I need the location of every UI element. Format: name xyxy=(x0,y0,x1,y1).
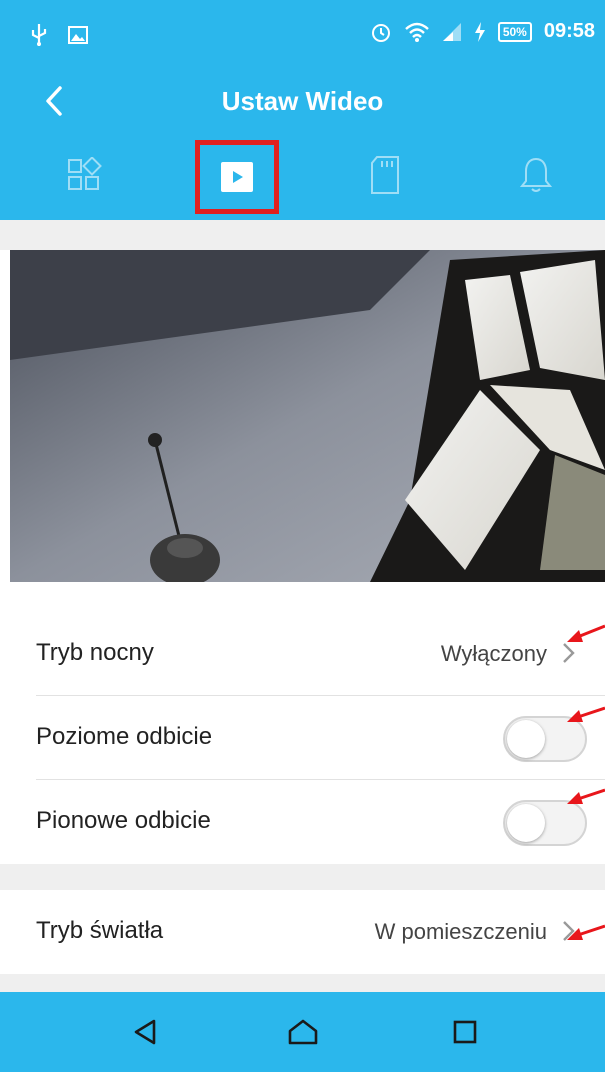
clock: 09:58 xyxy=(543,20,595,42)
annotation-arrow-icon xyxy=(567,706,605,722)
usb-icon xyxy=(31,24,47,46)
bell-icon xyxy=(519,157,553,192)
toggle-knob xyxy=(507,804,545,842)
alarm-icon xyxy=(371,23,390,42)
app-header: Ustaw Wideo xyxy=(0,72,605,130)
vertical-flip-label: Pionowe odbicie xyxy=(36,807,211,834)
nav-recents-button[interactable] xyxy=(440,1012,490,1052)
back-triangle-icon xyxy=(134,1019,156,1045)
night-mode-row[interactable]: Tryb nocny Wyłączony xyxy=(0,612,605,696)
annotation-arrow-icon xyxy=(567,924,605,940)
annotation-arrow-icon xyxy=(567,624,605,642)
horizontal-flip-label: Poziome odbicie xyxy=(36,723,213,750)
section-spacer xyxy=(0,974,605,992)
camera-feed-image xyxy=(10,250,605,582)
sd-card-icon xyxy=(371,156,399,194)
charging-icon xyxy=(474,21,485,42)
light-mode-value: W pomieszczeniu xyxy=(374,919,547,944)
vertical-flip-row: Pionowe odbicie xyxy=(0,780,605,864)
system-nav-bar xyxy=(0,992,605,1072)
horizontal-flip-row: Poziome odbicie xyxy=(0,696,605,780)
night-mode-value: Wyłączony xyxy=(440,641,547,666)
image-icon xyxy=(68,26,88,44)
tab-alarm[interactable] xyxy=(496,140,576,210)
status-bar: 50% 09:58 xyxy=(0,0,605,72)
section-spacer xyxy=(0,864,605,890)
grid-apps-icon xyxy=(68,157,102,190)
annotation-arrow-icon xyxy=(567,788,605,804)
night-mode-label: Tryb nocny xyxy=(36,639,154,666)
home-icon xyxy=(288,1019,318,1045)
battery-indicator: 50% xyxy=(497,21,532,42)
section-spacer xyxy=(0,582,605,612)
recents-icon xyxy=(453,1020,477,1044)
section-spacer xyxy=(0,220,605,250)
tab-video[interactable] xyxy=(195,140,279,214)
page-title: Ustaw Wideo xyxy=(221,86,384,116)
tab-general[interactable] xyxy=(44,140,124,210)
light-mode-label: Tryb światła xyxy=(36,917,164,944)
toggle-knob xyxy=(507,720,545,758)
settings-tab-bar xyxy=(0,130,605,220)
signal-icon xyxy=(442,22,461,41)
video-preview[interactable] xyxy=(10,250,605,582)
light-mode-row[interactable]: Tryb światła W pomieszczeniu xyxy=(0,890,605,974)
nav-back-button[interactable] xyxy=(120,1012,170,1052)
wifi-icon xyxy=(405,22,429,42)
nav-home-button[interactable] xyxy=(278,1012,328,1052)
tab-storage[interactable] xyxy=(345,140,425,210)
video-play-icon xyxy=(221,162,253,192)
